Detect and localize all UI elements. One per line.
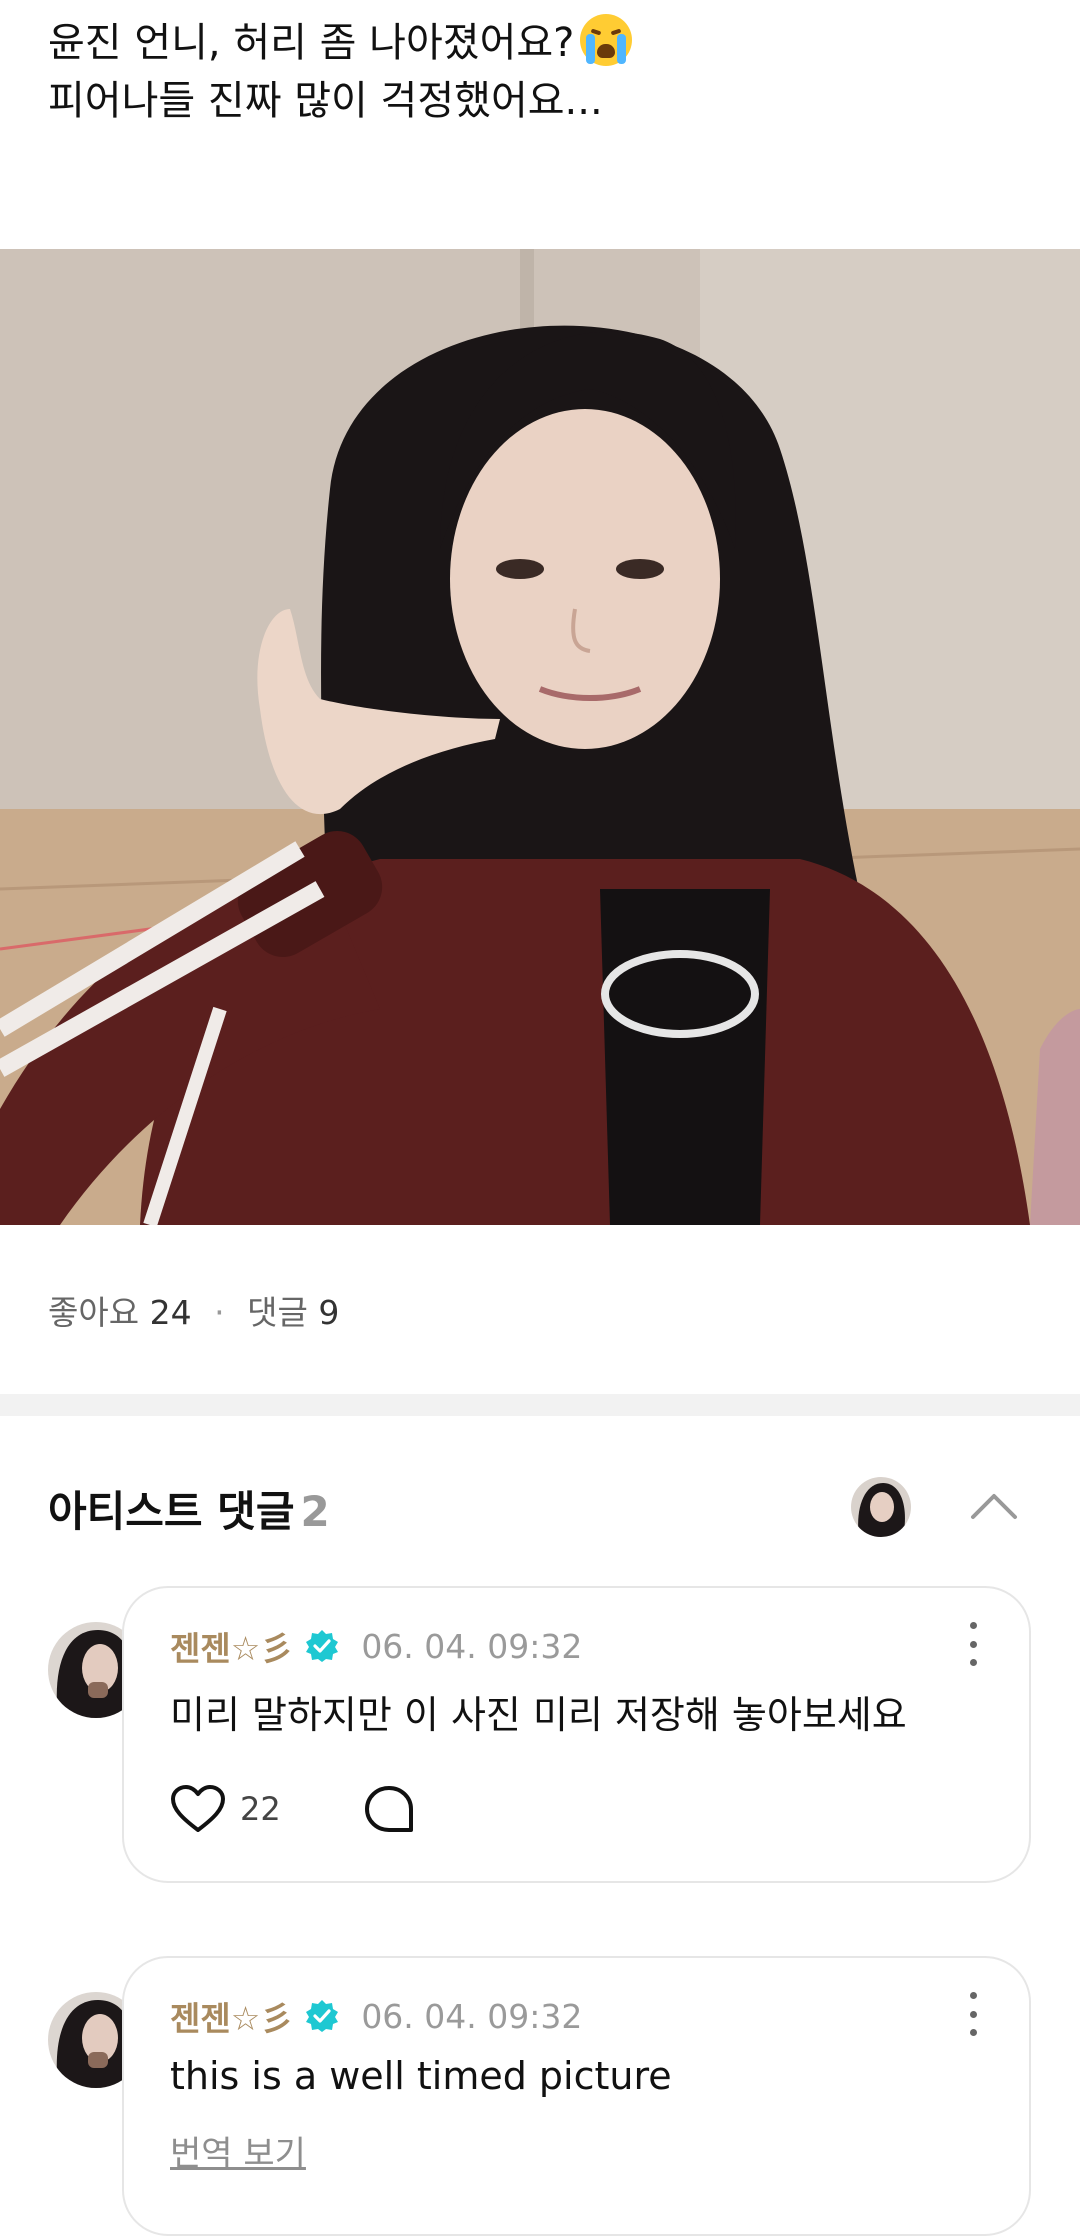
post-text: 윤진 언니, 허리 좀 나아졌어요? 피어나들 진짜 많이 걱정했어요... [48, 14, 1028, 130]
comment-timestamp: 06. 04. 09:32 [361, 1996, 583, 2036]
crying-face-emoji-icon [580, 14, 633, 66]
heart-icon [171, 1785, 225, 1832]
comment-meta: 젠젠☆彡 06. 04. 09:32 [170, 1622, 582, 1670]
verified-badge-icon [306, 2000, 339, 2032]
comment-author[interactable]: 젠젠☆彡 [170, 1992, 293, 2040]
artist-avatar[interactable] [851, 1477, 911, 1537]
artist-comments-title: 아티스트 댓글 2 [48, 1487, 330, 1536]
comment-actions: 22 [170, 1784, 415, 1834]
reply-button[interactable] [363, 1784, 415, 1834]
stats-separator: · [214, 1293, 225, 1332]
likes-label[interactable]: 좋아요 [48, 1293, 139, 1332]
comment-text: this is a well timed picture [170, 2054, 672, 2098]
comment-bubble-icon [364, 1786, 413, 1832]
artist-comments-count: 2 [300, 1487, 330, 1536]
comment-card: 젠젠☆彡 06. 04. 09:32 미리 말하지만 이 사진 미리 저장해 놓… [122, 1586, 1031, 1883]
post-text-line-1: 윤진 언니, 허리 좀 나아졌어요? [48, 14, 1028, 72]
comment-meta: 젠젠☆彡 06. 04. 09:32 [170, 1992, 582, 2040]
translate-link[interactable]: 번역 보기 [170, 2126, 306, 2175]
post-stats: 좋아요 24 · 댓글 9 [48, 1286, 339, 1334]
like-count: 22 [240, 1790, 281, 1828]
post-text-line-2: 피어나들 진짜 많이 걱정했어요... [48, 78, 603, 124]
chevron-up-icon[interactable] [966, 1480, 1022, 1532]
section-divider [0, 1394, 1080, 1416]
verified-badge-icon [306, 1630, 339, 1662]
comment-timestamp: 06. 04. 09:32 [361, 1626, 583, 1666]
comment-text: 미리 말하지만 이 사진 미리 저장해 놓아보세요 [170, 1693, 907, 1737]
more-options-icon[interactable] [961, 1992, 985, 2036]
more-options-icon[interactable] [961, 1622, 985, 1666]
comments-label[interactable]: 댓글 [247, 1293, 308, 1332]
like-button[interactable]: 22 [170, 1784, 281, 1834]
comments-count: 9 [318, 1293, 340, 1332]
post-photo[interactable] [0, 249, 1080, 1225]
likes-count: 24 [149, 1293, 192, 1332]
comment-card: 젠젠☆彡 06. 04. 09:32 this is a well timed … [122, 1956, 1031, 2236]
comment-author[interactable]: 젠젠☆彡 [170, 1622, 293, 1670]
